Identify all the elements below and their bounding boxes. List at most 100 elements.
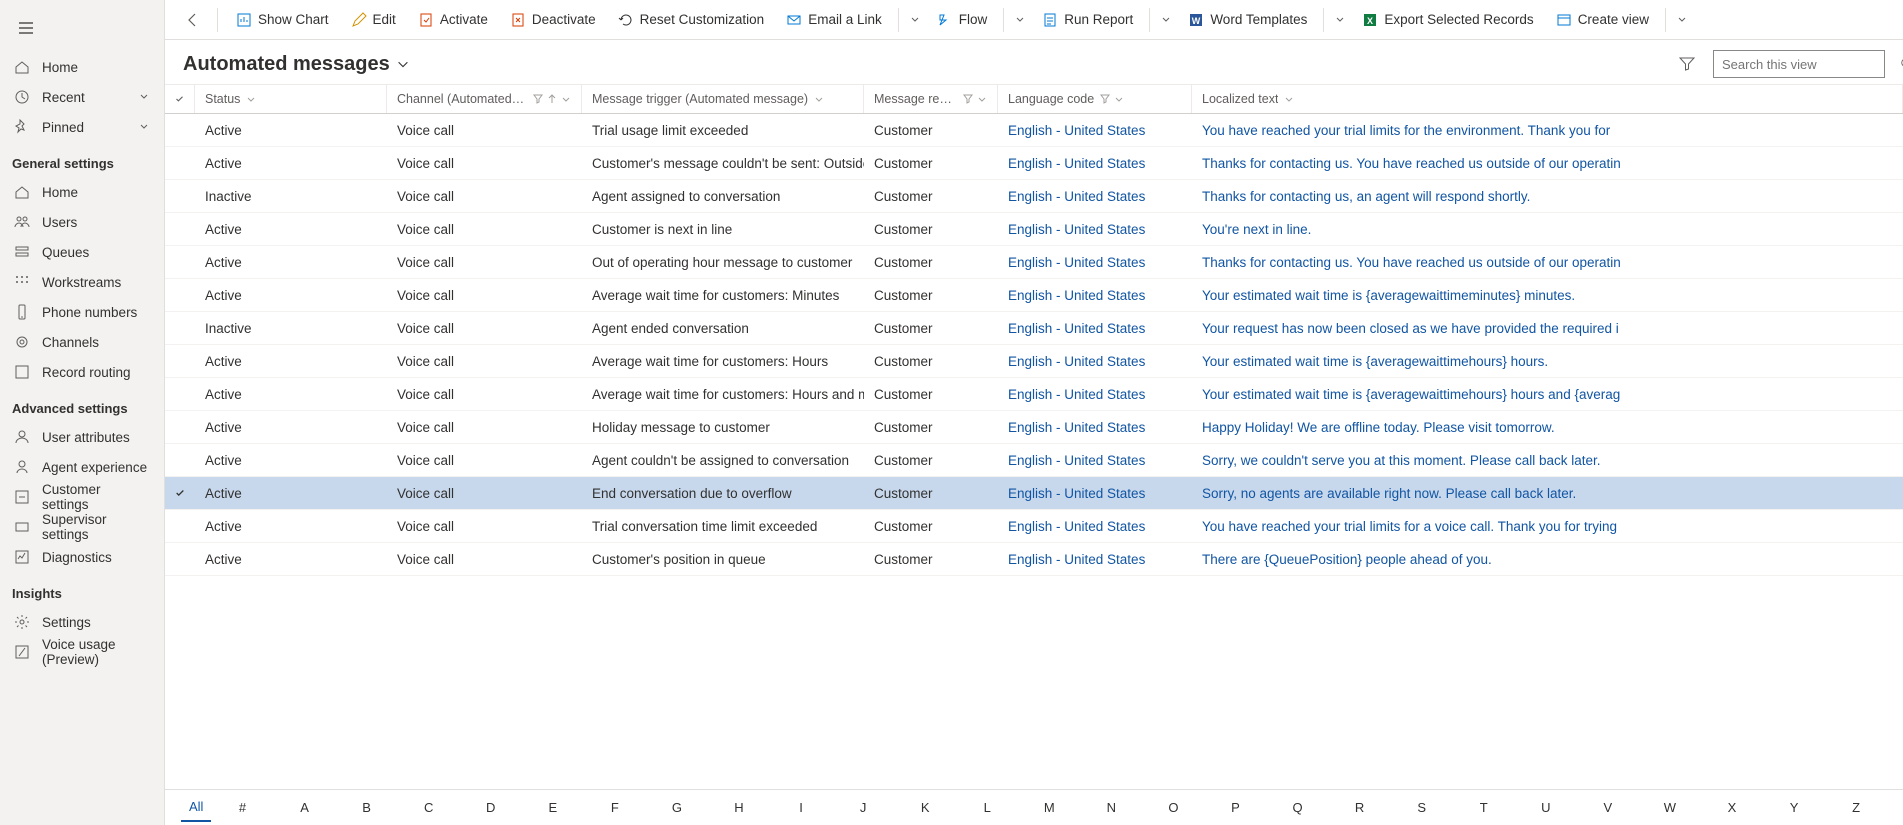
cell-localized-text[interactable]: You have reached your trial limits for a…	[1192, 510, 1903, 542]
cell-localized-text[interactable]: Sorry, we couldn't serve you at this mom…	[1192, 444, 1903, 476]
sidebar-item-workstreams[interactable]: Workstreams	[0, 267, 164, 297]
deactivate-button[interactable]: Deactivate	[500, 4, 606, 36]
cell-localized-text[interactable]: Your estimated wait time is {averagewait…	[1192, 345, 1903, 377]
export-selected-records-button[interactable]: XExport Selected Records	[1352, 4, 1543, 36]
alpha-a[interactable]: A	[274, 794, 336, 821]
column-header-language[interactable]: Language code	[998, 85, 1192, 113]
alpha-w[interactable]: W	[1639, 794, 1701, 821]
alpha-q[interactable]: Q	[1267, 794, 1329, 821]
cell-localized-text[interactable]: Your request has now been closed as we h…	[1192, 312, 1903, 344]
row-checkbox[interactable]	[165, 510, 195, 542]
cell-localized-text[interactable]: Sorry, no agents are available right now…	[1192, 477, 1903, 509]
create-view-dropdown[interactable]	[1672, 14, 1692, 26]
sidebar-item-queues[interactable]: Queues	[0, 237, 164, 267]
table-row[interactable]: ActiveVoice callEnd conversation due to …	[165, 477, 1903, 510]
cell-language[interactable]: English - United States	[998, 180, 1192, 212]
filter-button[interactable]	[1673, 50, 1701, 78]
cell-language[interactable]: English - United States	[998, 312, 1192, 344]
row-checkbox[interactable]	[165, 345, 195, 377]
table-row[interactable]: ActiveVoice callAverage wait time for cu…	[165, 345, 1903, 378]
row-checkbox[interactable]	[165, 147, 195, 179]
alpha-f[interactable]: F	[584, 794, 646, 821]
cell-language[interactable]: English - United States	[998, 378, 1192, 410]
table-row[interactable]: ActiveVoice callTrial usage limit exceed…	[165, 114, 1903, 147]
cell-language[interactable]: English - United States	[998, 444, 1192, 476]
cell-language[interactable]: English - United States	[998, 213, 1192, 245]
cell-localized-text[interactable]: Happy Holiday! We are offline today. Ple…	[1192, 411, 1903, 443]
sidebar-item-settings[interactable]: Settings	[0, 607, 164, 637]
sidebar-item-pinned[interactable]: Pinned	[0, 112, 164, 142]
hamburger-button[interactable]	[10, 12, 42, 44]
view-switcher[interactable]	[396, 57, 410, 71]
row-checkbox[interactable]	[165, 411, 195, 443]
alpha-x[interactable]: X	[1701, 794, 1763, 821]
alpha-p[interactable]: P	[1204, 794, 1266, 821]
alpha-u[interactable]: U	[1515, 794, 1577, 821]
table-row[interactable]: ActiveVoice callCustomer's message could…	[165, 147, 1903, 180]
alpha-n[interactable]: N	[1080, 794, 1142, 821]
back-button[interactable]	[177, 4, 209, 36]
cell-language[interactable]: English - United States	[998, 543, 1192, 575]
alpha-c[interactable]: C	[398, 794, 460, 821]
word-templates-dropdown[interactable]	[1330, 14, 1350, 26]
sidebar-item-voice-usage-preview-[interactable]: Voice usage (Preview)	[0, 637, 164, 667]
table-row[interactable]: ActiveVoice callTrial conversation time …	[165, 510, 1903, 543]
column-header-recipient[interactable]: Message recipient (...	[864, 85, 998, 113]
alpha-b[interactable]: B	[336, 794, 398, 821]
alpha-g[interactable]: G	[646, 794, 708, 821]
word-templates-button[interactable]: WWord Templates	[1178, 4, 1317, 36]
table-row[interactable]: InactiveVoice callAgent assigned to conv…	[165, 180, 1903, 213]
alpha-m[interactable]: M	[1018, 794, 1080, 821]
email-a-link-button[interactable]: Email a Link	[776, 4, 892, 36]
select-all-checkbox[interactable]	[165, 85, 195, 113]
column-header-localized-text[interactable]: Localized text	[1192, 85, 1903, 113]
edit-button[interactable]: Edit	[341, 4, 406, 36]
alpha-l[interactable]: L	[956, 794, 1018, 821]
cell-language[interactable]: English - United States	[998, 114, 1192, 146]
row-checkbox[interactable]	[165, 543, 195, 575]
row-checkbox[interactable]	[165, 114, 195, 146]
sidebar-item-home[interactable]: Home	[0, 177, 164, 207]
row-checkbox[interactable]	[165, 312, 195, 344]
alpha-j[interactable]: J	[832, 794, 894, 821]
cell-language[interactable]: English - United States	[998, 477, 1192, 509]
cell-localized-text[interactable]: Thanks for contacting us, an agent will …	[1192, 180, 1903, 212]
table-row[interactable]: InactiveVoice callAgent ended conversati…	[165, 312, 1903, 345]
cell-language[interactable]: English - United States	[998, 246, 1192, 278]
cell-language[interactable]: English - United States	[998, 279, 1192, 311]
alpha-y[interactable]: Y	[1763, 794, 1825, 821]
row-checkbox[interactable]	[165, 213, 195, 245]
sidebar-item-home[interactable]: Home	[0, 52, 164, 82]
alpha-#[interactable]: #	[211, 794, 273, 821]
alpha-all[interactable]: All	[181, 793, 211, 822]
alpha-s[interactable]: S	[1391, 794, 1453, 821]
cell-localized-text[interactable]: Thanks for contacting us. You have reach…	[1192, 147, 1903, 179]
alpha-d[interactable]: D	[460, 794, 522, 821]
email-a-link-dropdown[interactable]	[905, 14, 925, 26]
row-checkbox[interactable]	[165, 477, 195, 509]
cell-localized-text[interactable]: Thanks for contacting us. You have reach…	[1192, 246, 1903, 278]
table-row[interactable]: ActiveVoice callAverage wait time for cu…	[165, 378, 1903, 411]
cell-localized-text[interactable]: You have reached your trial limits for t…	[1192, 114, 1903, 146]
sidebar-item-recent[interactable]: Recent	[0, 82, 164, 112]
cell-localized-text[interactable]: Your estimated wait time is {averagewait…	[1192, 378, 1903, 410]
cell-localized-text[interactable]: Your estimated wait time is {averagewait…	[1192, 279, 1903, 311]
alpha-h[interactable]: H	[708, 794, 770, 821]
table-row[interactable]: ActiveVoice callOut of operating hour me…	[165, 246, 1903, 279]
show-chart-button[interactable]: Show Chart	[226, 4, 339, 36]
row-checkbox[interactable]	[165, 279, 195, 311]
run-report-dropdown[interactable]	[1156, 14, 1176, 26]
search-box[interactable]	[1713, 50, 1885, 78]
column-header-trigger[interactable]: Message trigger (Automated message)	[582, 85, 864, 113]
column-header-status[interactable]: Status	[195, 85, 387, 113]
sidebar-item-channels[interactable]: Channels	[0, 327, 164, 357]
table-row[interactable]: ActiveVoice callCustomer's position in q…	[165, 543, 1903, 576]
cell-language[interactable]: English - United States	[998, 510, 1192, 542]
alpha-z[interactable]: Z	[1825, 794, 1887, 821]
alpha-e[interactable]: E	[522, 794, 584, 821]
sidebar-item-supervisor-settings[interactable]: Supervisor settings	[0, 512, 164, 542]
cell-language[interactable]: English - United States	[998, 147, 1192, 179]
row-checkbox[interactable]	[165, 246, 195, 278]
alpha-t[interactable]: T	[1453, 794, 1515, 821]
alpha-v[interactable]: V	[1577, 794, 1639, 821]
